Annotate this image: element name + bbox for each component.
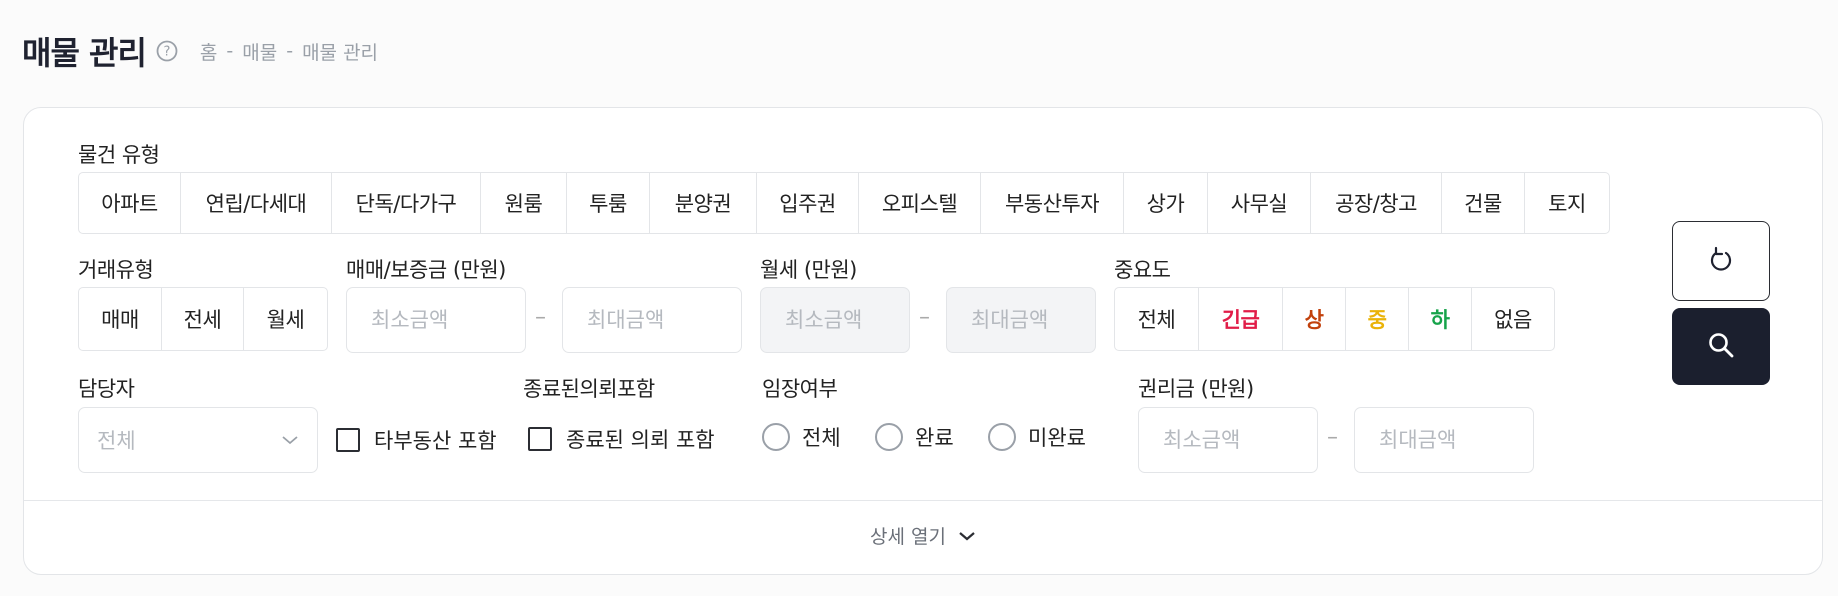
property-type-option[interactable]: 연립/다세대 [181,173,332,233]
search-button[interactable] [1672,308,1770,385]
panel-divider [24,500,1822,501]
property-type-option[interactable]: 투룸 [567,173,650,233]
deal-type-option[interactable]: 월세 [244,288,327,350]
property-type-option[interactable]: 분양권 [650,173,757,233]
importance-option-high[interactable]: 상 [1283,288,1346,350]
importance-option-urgent[interactable]: 긴급 [1199,288,1283,350]
property-type-option[interactable]: 사무실 [1208,173,1311,233]
chevron-down-icon [958,525,976,547]
importance-option-low[interactable]: 하 [1409,288,1472,350]
page-header: 매물 관리 ? 홈 - 매물 - 매물 관리 [22,28,378,74]
monthly-rent-label: 월세 (만원) [760,258,857,282]
search-icon [1706,330,1736,364]
visit-radio-done[interactable]: 완료 [875,422,954,452]
radio-circle[interactable] [762,423,790,451]
expand-details-toggle[interactable]: 상세 열기 [24,522,1822,549]
property-type-option[interactable]: 토지 [1525,173,1609,233]
property-type-option[interactable]: 단독/다가구 [332,173,481,233]
visit-radio-label: 전체 [802,426,841,450]
deal-type-option[interactable]: 매매 [79,288,162,350]
property-type-option[interactable]: 건물 [1442,173,1525,233]
deal-type-label: 거래유형 [78,258,154,282]
manager-select-value: 전체 [97,429,136,453]
breadcrumb-item-current: 매물 관리 [302,41,379,64]
filter-panel: 물건 유형 아파트 연립/다세대 단독/다가구 원룸 투룸 분양권 입주권 오피… [23,107,1823,575]
refresh-icon [1707,245,1735,277]
premium-max-input[interactable] [1354,407,1534,473]
breadcrumb: 홈 - 매물 - 매물 관리 [200,38,378,65]
deposit-label: 매매/보증금 (만원) [346,258,506,282]
property-type-option[interactable]: 부동산투자 [981,173,1124,233]
importance-option-all[interactable]: 전체 [1115,288,1199,350]
property-type-option[interactable]: 입주권 [757,173,859,233]
visit-radio-label: 미완료 [1028,426,1086,450]
closed-request-checkbox[interactable]: 종료된 의뢰 포함 [528,424,715,454]
deposit-min-input[interactable] [346,287,526,353]
property-type-option[interactable]: 공장/창고 [1311,173,1442,233]
premium-label: 권리금 (만원) [1138,377,1254,401]
importance-label: 중요도 [1114,258,1171,282]
help-icon[interactable]: ? [156,40,178,62]
range-separator: – [535,305,546,330]
chevron-down-icon [281,431,299,450]
expand-details-label: 상세 열기 [870,526,946,548]
breadcrumb-item-property[interactable]: 매물 [242,38,277,65]
radio-circle[interactable] [875,423,903,451]
monthly-rent-max-input[interactable] [946,287,1096,353]
visit-radio-all[interactable]: 전체 [762,422,841,452]
reset-button[interactable] [1672,221,1770,301]
deposit-max-input[interactable] [562,287,742,353]
importance-option-none[interactable]: 없음 [1472,288,1554,350]
range-separator: – [1327,425,1338,450]
range-separator: – [919,305,930,330]
radio-circle[interactable] [988,423,1016,451]
property-type-option[interactable]: 상가 [1124,173,1208,233]
property-type-option[interactable]: 오피스텔 [859,173,981,233]
deal-type-option[interactable]: 전세 [162,288,244,350]
closed-request-label: 종료된의뢰포함 [523,377,655,401]
breadcrumb-separator: - [286,40,294,62]
closed-request-checkbox-label: 종료된 의뢰 포함 [566,428,715,452]
manager-select[interactable]: 전체 [78,407,318,473]
manager-label: 담당자 [78,377,135,401]
checkbox-box[interactable] [528,427,552,451]
visit-radio-not-done[interactable]: 미완료 [988,422,1086,452]
deal-type-group: 매매 전세 월세 [78,287,328,351]
breadcrumb-item-home[interactable]: 홈 [200,38,217,65]
monthly-rent-min-input[interactable] [760,287,910,353]
visit-radio-label: 완료 [915,426,954,450]
other-agency-checkbox-label: 타부동산 포함 [374,429,497,453]
other-agency-checkbox[interactable]: 타부동산 포함 [336,425,497,455]
page-title: 매물 관리 [22,34,147,72]
svg-text:?: ? [163,45,170,60]
breadcrumb-separator: - [226,40,234,62]
importance-option-medium[interactable]: 중 [1346,288,1409,350]
property-type-option[interactable]: 원룸 [481,173,567,233]
premium-min-input[interactable] [1138,407,1318,473]
checkbox-box[interactable] [336,428,360,452]
visit-label: 임장여부 [762,377,838,401]
property-type-option[interactable]: 아파트 [79,173,181,233]
property-type-group: 아파트 연립/다세대 단독/다가구 원룸 투룸 분양권 입주권 오피스텔 부동산… [78,172,1610,234]
property-type-label: 물건 유형 [78,143,160,167]
importance-group: 전체 긴급 상 중 하 없음 [1114,287,1555,351]
